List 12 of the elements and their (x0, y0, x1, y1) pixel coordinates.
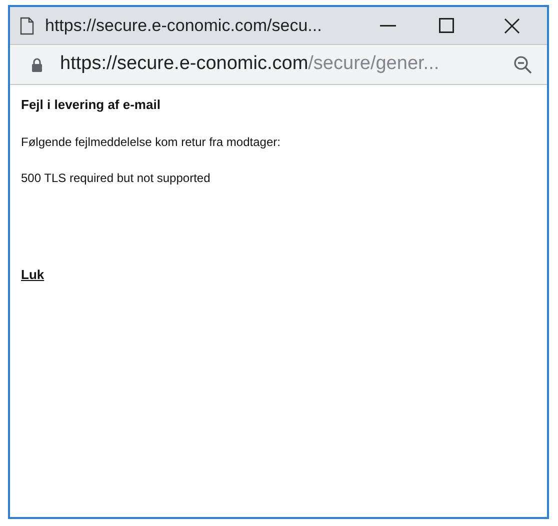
minimize-icon (380, 24, 396, 26)
maximize-icon (438, 18, 454, 33)
window-title: https://secure.e-conomic.com/secu... (45, 14, 322, 37)
page-icon (20, 16, 34, 34)
zoom-out-icon[interactable] (513, 54, 533, 74)
error-heading: Fejl i levering af e-mail (21, 96, 160, 114)
message-text: Følgende fejlmeddelelse kom retur fra modtager: (21, 134, 280, 150)
close-link[interactable]: Luk (21, 264, 44, 284)
lock-icon (31, 58, 43, 72)
close-icon (504, 18, 520, 34)
message-text: 500 TLS required but not supported (21, 170, 210, 186)
url-text[interactable]: https://secure.e-conomic.com/secure/gener... (60, 50, 440, 79)
